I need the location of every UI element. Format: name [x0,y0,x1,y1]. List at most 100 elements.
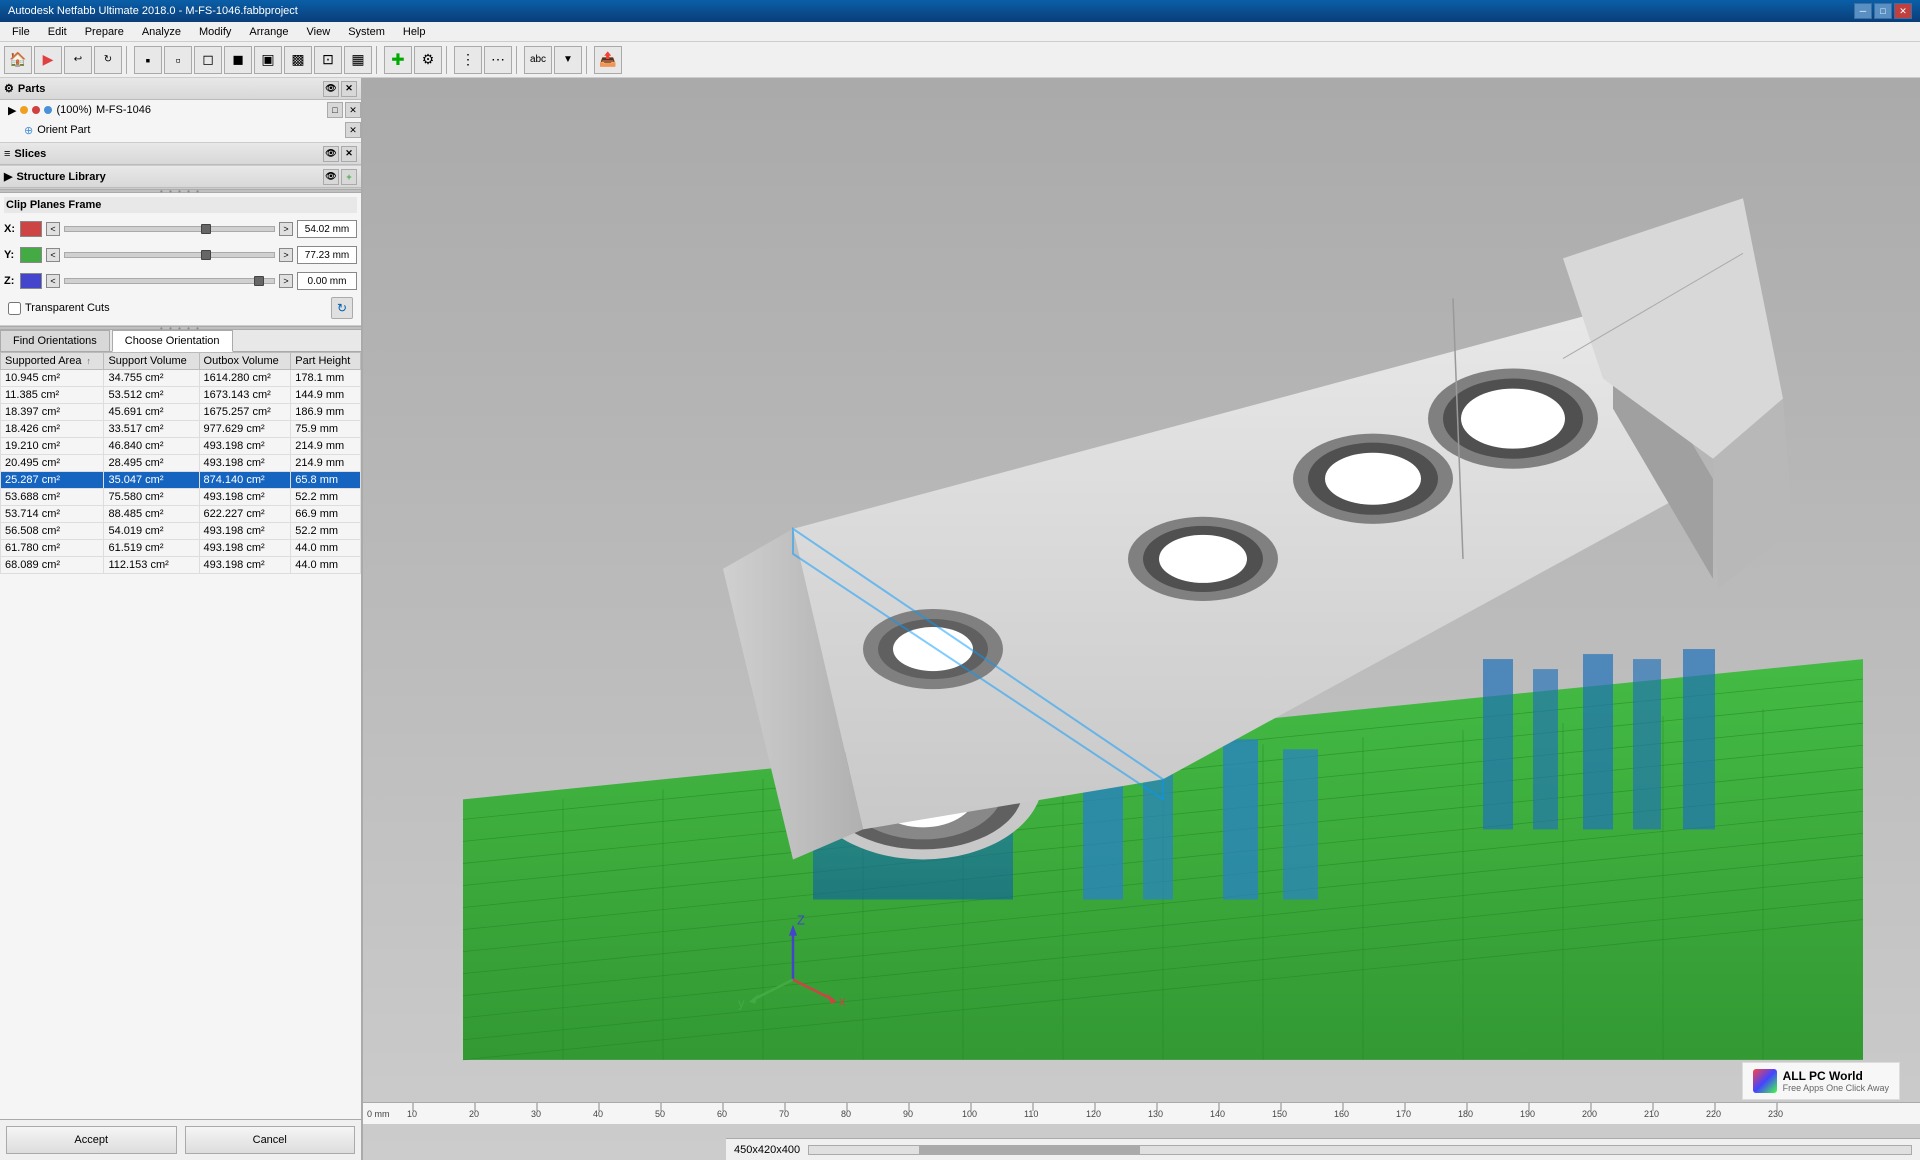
toolbar-dots[interactable]: ⋯ [484,46,512,74]
toolbar-open[interactable]: ▶ [34,46,62,74]
table-row[interactable]: 20.495 cm²28.495 cm²493.198 cm²214.9 mm [1,455,361,472]
toolbar-arrow[interactable]: ▼ [554,46,582,74]
table-row[interactable]: 56.508 cm²54.019 cm²493.198 cm²52.2 mm [1,523,361,540]
accept-button[interactable]: Accept [6,1126,177,1154]
toolbar-cube5[interactable]: ▣ [254,46,282,74]
toolbar-cube4[interactable]: ◼ [224,46,252,74]
menu-file[interactable]: File [4,24,38,40]
struct-label: Structure Library [16,171,105,183]
svg-text:120: 120 [1086,1109,1101,1119]
clip-z-greater[interactable]: > [279,274,293,288]
toolbar-cube1[interactable]: ▪ [134,46,162,74]
svg-text:140: 140 [1210,1109,1225,1119]
col-support-volume[interactable]: Support Volume [104,353,199,370]
tree-part-percent: (100%) [56,104,91,116]
col-supported-area[interactable]: Supported Area ↑ [1,353,104,370]
menu-view[interactable]: View [299,24,339,40]
table-row[interactable]: 10.945 cm²34.755 cm²1614.280 cm²178.1 mm [1,370,361,387]
menu-system[interactable]: System [340,24,393,40]
tree-part-close-btn[interactable]: ✕ [345,102,361,118]
clip-x-less[interactable]: < [46,222,60,236]
viewport: Z y x ALL PC World Free Apps One Click A… [363,78,1920,1160]
window-controls: ─ □ ✕ [1854,3,1912,19]
axis-y-label: y [738,996,745,1011]
struct-add-btn[interactable]: + [341,169,357,185]
toolbar-select[interactable]: abc [524,46,552,74]
tree-part-name: M-FS-1046 [96,104,151,116]
3d-scene: Z y x [363,78,1920,1160]
table-row[interactable]: 18.397 cm²45.691 cm²1675.257 cm²186.9 mm [1,404,361,421]
cell-row10-col3: 44.0 mm [291,540,361,557]
close-button[interactable]: ✕ [1894,3,1912,19]
tab-find-orientations[interactable]: Find Orientations [0,330,110,351]
clip-y-greater[interactable]: > [279,248,293,262]
parts-close-btn[interactable]: ✕ [341,81,357,97]
table-row[interactable]: 19.210 cm²46.840 cm²493.198 cm²214.9 mm [1,438,361,455]
refresh-btn[interactable]: ↻ [331,297,353,319]
clip-x-slider[interactable] [64,226,275,232]
col-part-height[interactable]: Part Height [291,353,361,370]
tree-orient-close-btn[interactable]: ✕ [345,122,361,138]
toolbar-cube8[interactable]: ▦ [344,46,372,74]
status-dimensions: 450x420x400 [734,1144,800,1156]
table-row[interactable]: 61.780 cm²61.519 cm²493.198 cm²44.0 mm [1,540,361,557]
slices-close-btn[interactable]: ✕ [341,146,357,162]
slices-eye-btn[interactable]: 👁 [323,146,339,162]
table-row[interactable]: 68.089 cm²112.153 cm²493.198 cm²44.0 mm [1,557,361,574]
toolbar-add[interactable]: ✚ [384,46,412,74]
toolbar-filter[interactable]: ⋮ [454,46,482,74]
cell-row9-col1: 54.019 cm² [104,523,199,540]
scrollbar-h[interactable] [808,1145,1912,1155]
minimize-button[interactable]: ─ [1854,3,1872,19]
toolbar-save[interactable]: ↩ [64,46,92,74]
toolbar-cube3[interactable]: ◻ [194,46,222,74]
clip-y-less[interactable]: < [46,248,60,262]
cell-row6-col3: 65.8 mm [291,472,361,489]
clip-y-slider[interactable] [64,252,275,258]
parts-eye-btn[interactable]: 👁 [323,81,339,97]
tree-part-box-btn[interactable]: □ [327,102,343,118]
struct-eye-btn[interactable]: 👁 [323,169,339,185]
menu-modify[interactable]: Modify [191,24,239,40]
svg-text:10: 10 [407,1109,417,1119]
table-row[interactable]: 18.426 cm²33.517 cm²977.629 cm²75.9 mm [1,421,361,438]
toolbar-settings[interactable]: ⚙ [414,46,442,74]
cell-row1-col3: 144.9 mm [291,387,361,404]
table-row[interactable]: 53.688 cm²75.580 cm²493.198 cm²52.2 mm [1,489,361,506]
clip-z-value: 0.00 mm [297,272,357,290]
table-row[interactable]: 25.287 cm²35.047 cm²874.140 cm²65.8 mm [1,472,361,489]
toolbar: 🏠 ▶ ↩ ↻ ▪ ▫ ◻ ◼ ▣ ▩ ⊡ ▦ ✚ ⚙ ⋮ ⋯ abc ▼ 📤 [0,42,1920,78]
toolbar-cube2[interactable]: ▫ [164,46,192,74]
toolbar-cube6[interactable]: ▩ [284,46,312,74]
table-row[interactable]: 11.385 cm²53.512 cm²1673.143 cm²144.9 mm [1,387,361,404]
tree-item-orient[interactable]: ⊕ Orient Part ✕ [0,120,361,140]
tree-dot-blue [44,106,52,114]
menu-prepare[interactable]: Prepare [77,24,132,40]
maximize-button[interactable]: □ [1874,3,1892,19]
cell-row3-col1: 33.517 cm² [104,421,199,438]
tab-choose-orientation[interactable]: Choose Orientation [112,330,233,352]
clip-z-slider[interactable] [64,278,275,284]
toolbar-new[interactable]: 🏠 [4,46,32,74]
col-outbox-volume[interactable]: Outbox Volume [199,353,291,370]
clip-x-greater[interactable]: > [279,222,293,236]
cancel-button[interactable]: Cancel [185,1126,356,1154]
menu-help[interactable]: Help [395,24,434,40]
toolbar-export[interactable]: 📤 [594,46,622,74]
slices-header: ≡ Slices 👁 ✕ [0,143,361,165]
table-row[interactable]: 53.714 cm²88.485 cm²622.227 cm²66.9 mm [1,506,361,523]
svg-text:190: 190 [1520,1109,1535,1119]
clip-z-less[interactable]: < [46,274,60,288]
menu-edit[interactable]: Edit [40,24,75,40]
menu-arrange[interactable]: Arrange [241,24,296,40]
clip-row-y: Y: < > 77.23 mm [4,243,357,267]
toolbar-refresh[interactable]: ↻ [94,46,122,74]
transparent-cuts-label: Transparent Cuts [25,302,110,314]
menu-analyze[interactable]: Analyze [134,24,189,40]
toolbar-cube7[interactable]: ⊡ [314,46,342,74]
transparent-cuts-checkbox[interactable] [8,302,21,315]
orientations-section: Find Orientations Choose Orientation Sup… [0,330,361,1119]
svg-text:180: 180 [1458,1109,1473,1119]
cell-row5-col0: 20.495 cm² [1,455,104,472]
tree-item-part[interactable]: ▶ (100%) M-FS-1046 □ ✕ [0,100,361,120]
